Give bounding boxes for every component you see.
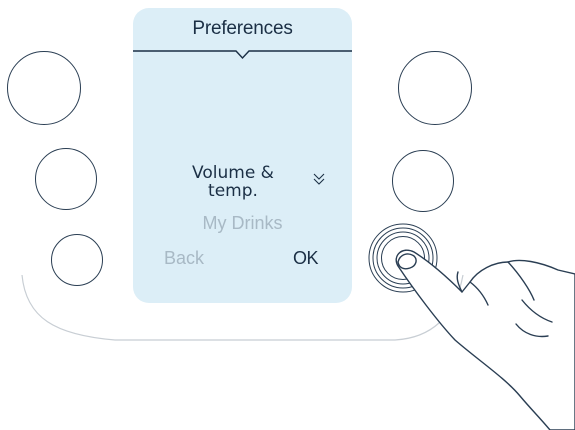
softkey-ok-label: OK: [293, 248, 319, 268]
menu-item-current[interactable]: Volume & temp.: [173, 164, 293, 200]
double-chevron-down-icon: [313, 173, 325, 185]
softkey-back-label: Back: [164, 248, 205, 268]
screen-title: Preferences: [192, 18, 293, 39]
hand-palm: [395, 249, 575, 430]
caret-down-icon: [133, 50, 352, 60]
display-screen: Preferences Volume & temp. My Drinks Bac…: [133, 8, 352, 303]
menu-item-next[interactable]: My Drinks: [133, 213, 352, 234]
